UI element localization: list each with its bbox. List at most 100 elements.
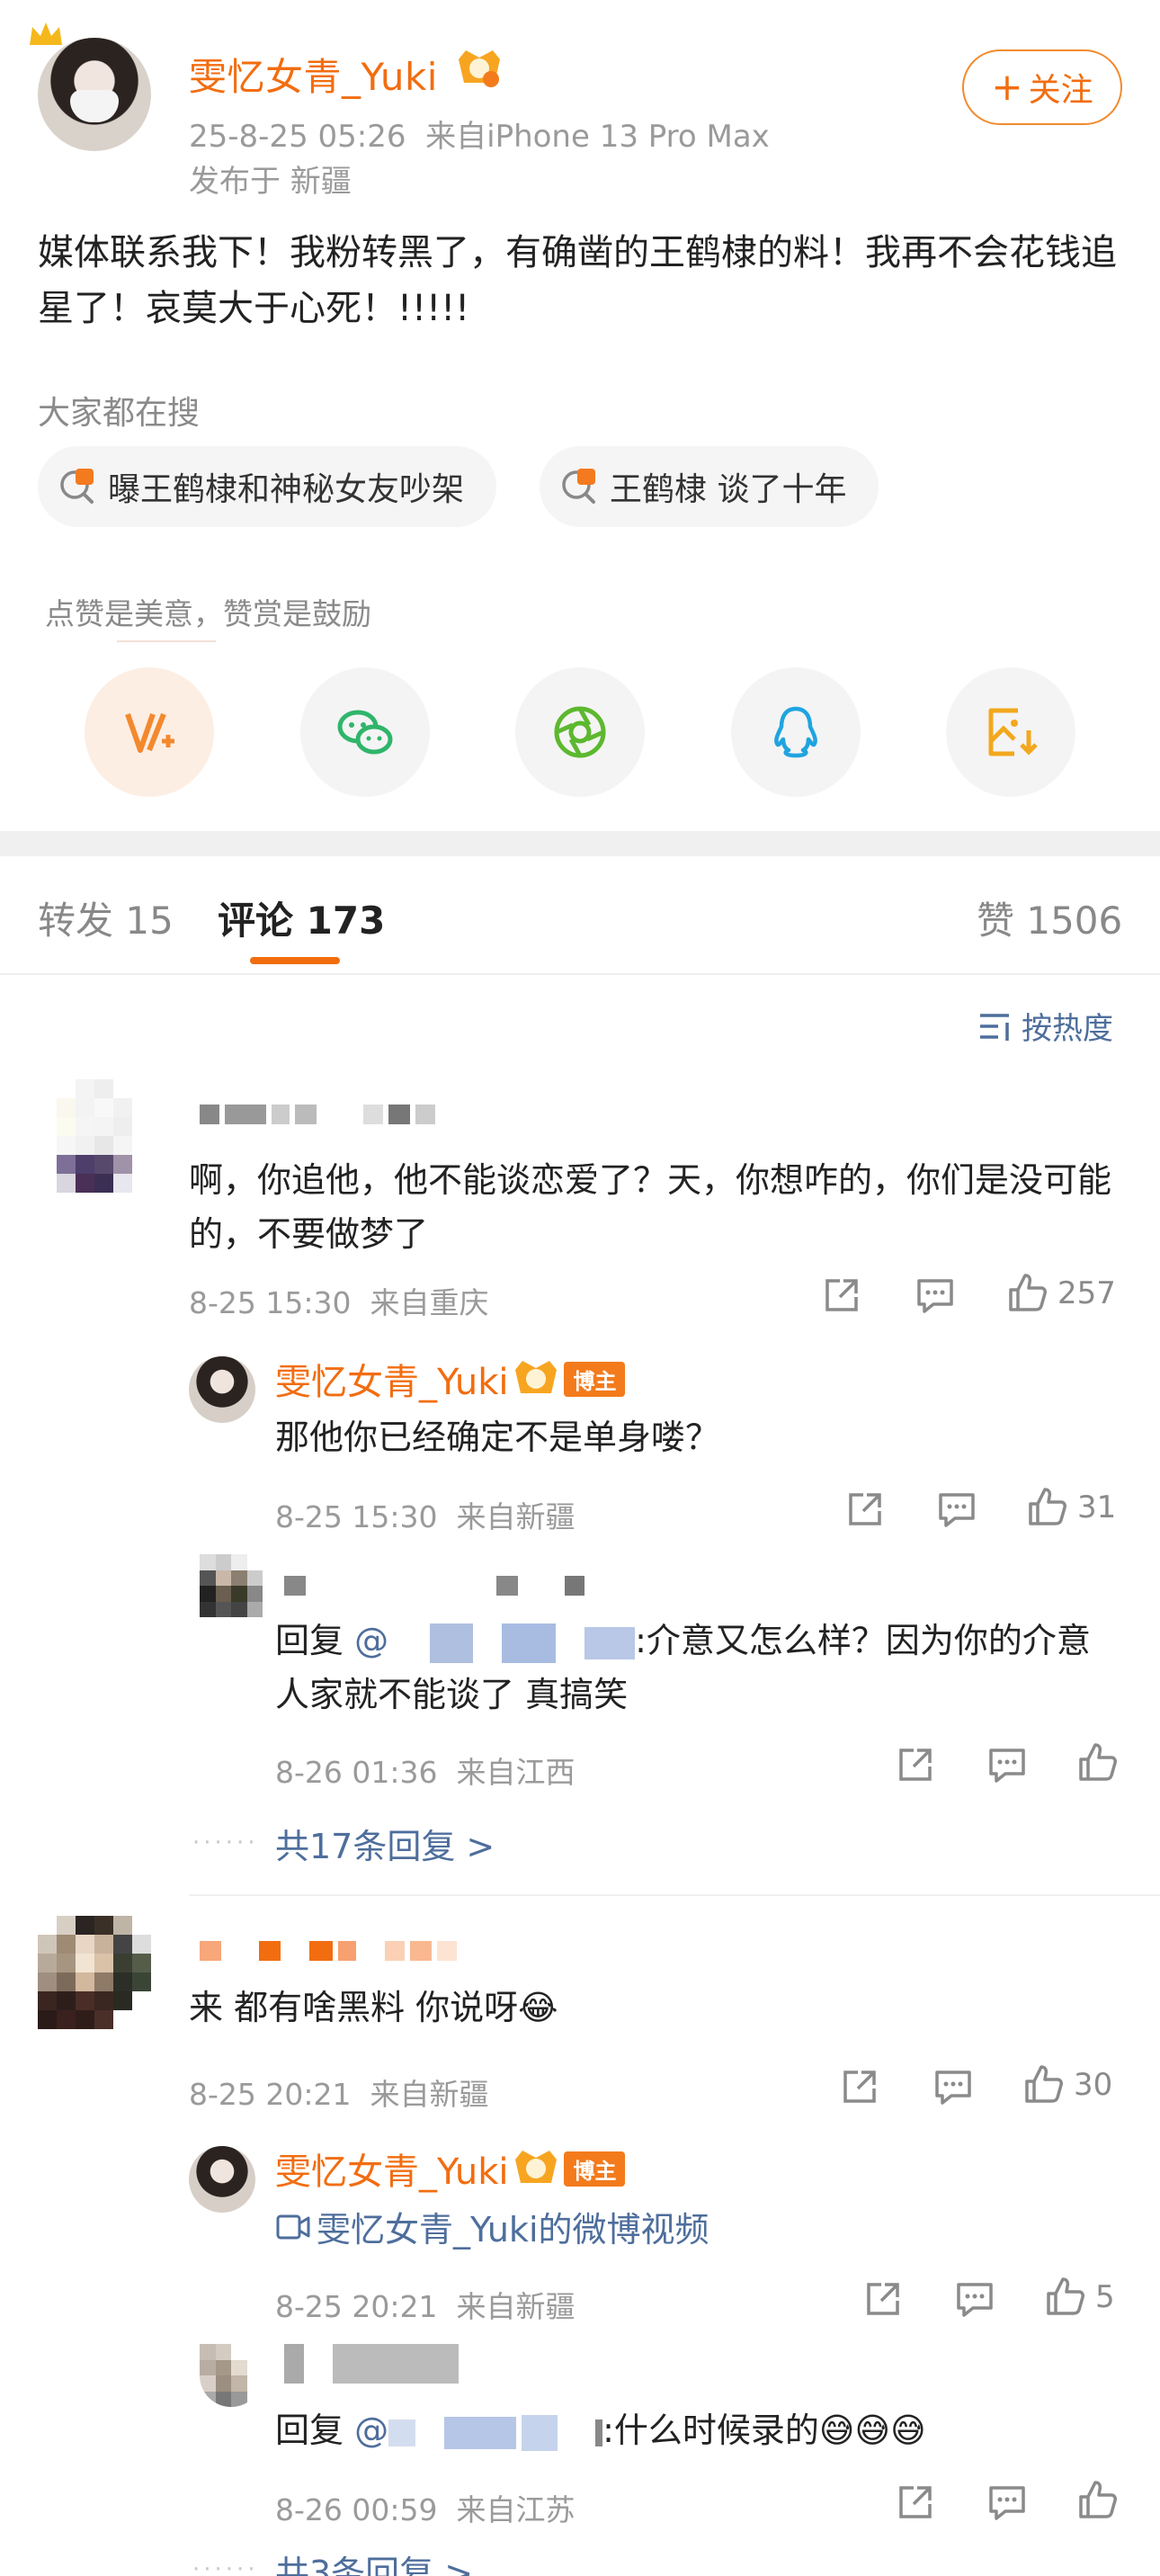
commenter-name-blurred[interactable] [200,1941,457,1961]
plus-icon: + [991,65,1023,109]
reply-prefix: 回复 [275,2411,344,2450]
comment-text: 来 都有啥黑料 你说呀😂 [189,1988,558,2027]
post-device: 来自iPhone 13 Pro Max [425,119,770,155]
share-action[interactable] [894,1743,937,1786]
reply-author-avatar[interactable] [189,2146,255,2213]
share-icon [843,2071,876,2103]
share-action[interactable] [820,1274,863,1317]
reply-action[interactable] [932,2065,975,2108]
reply-action[interactable] [986,1743,1029,1786]
reply-text: 那他你已经确定不是单身喽？ [275,1418,720,1457]
more-replies-link[interactable]: 共17条回复 > [275,1819,495,1868]
thumbs-up-icon [1079,2481,1117,2518]
tab-reposts[interactable]: 转发 15 [38,890,174,945]
reply-author-name[interactable]: 雯忆女青_Yuki [275,1353,508,1405]
replier-avatar[interactable] [200,2344,263,2407]
reply-time: 8-25 15:30 [275,1499,438,1534]
share-qq-button[interactable] [731,667,861,797]
share-icon [849,1493,881,1525]
author-name[interactable]: 雯忆女青_Yuki [189,47,438,102]
save-image-icon [988,708,1038,756]
post-meta-time: 25-8-25 05:26 来自iPhone 13 Pro Max [189,112,770,156]
vip-badge-icon [459,50,500,87]
reply-meta: 8-26 01:36 来自江西 [275,1749,575,1792]
host-tag: 博主 [564,1361,626,1397]
like-count: 257 [1057,1275,1116,1311]
share-action[interactable] [843,1488,887,1531]
like-action[interactable]: 257 [1005,1272,1116,1315]
reply-author-name[interactable]: 雯忆女青_Yuki [275,2142,508,2195]
author-avatar[interactable] [38,38,151,151]
like-count: 30 [1074,2067,1113,2103]
commenter-avatar[interactable] [38,1916,151,2029]
thumbs-up-icon [1025,2065,1063,2103]
share-icon [899,2486,932,2518]
reply-action[interactable] [953,2277,996,2321]
section-divider [0,831,1160,856]
comment-text: 啊，你追他，他不能谈恋爱了？天，你想咋的，你们是没可能的，不要做梦了 [189,1160,1112,1254]
more-replies-link[interactable]: 共3条回复 > [275,2545,473,2576]
reply-meta: 8-25 20:21 来自新疆 [275,2283,575,2326]
search-heading: 大家都在搜 [38,395,201,432]
comment-location: 来自新疆 [370,2077,489,2112]
reply-time: 8-26 01:36 [275,1755,438,1790]
chip-label: 王鹤棣 谈了十年 [610,471,847,508]
follow-button[interactable]: + 关注 [962,49,1122,125]
reply-action[interactable] [914,1274,957,1317]
share-action[interactable] [861,2277,905,2321]
reply-author-header: 雯忆女青_Yuki 博主 [275,1353,626,1405]
video-link[interactable]: 雯忆女青_Yuki的微博视频 [275,2202,709,2251]
thumbs-up-icon [1009,1274,1047,1311]
mention-name-blurred[interactable] [388,2414,603,2451]
tab-active-indicator [250,957,340,964]
tip-button[interactable] [85,667,214,797]
comment-meta: 8-25 20:21 来自新疆 [189,2071,488,2114]
share-action[interactable] [838,2065,881,2108]
tab-likes[interactable]: 赞 1506 [977,890,1122,945]
follow-label: 关注 [1028,72,1093,109]
save-image-button[interactable] [946,667,1075,797]
reply-body: :什么时候录的😅😅😅 [602,2411,926,2450]
reply-meta: 8-25 15:30 来自新疆 [275,1493,575,1536]
share-moments-button[interactable] [515,667,645,797]
sort-icon [980,1013,1009,1041]
replies-dots: ······ [192,1829,259,1856]
commenter-avatar[interactable] [38,1079,151,1193]
thumbs-up-icon [1079,1743,1117,1781]
like-action[interactable]: 30 [1022,2063,1112,2106]
host-tag: 博主 [564,2151,626,2187]
share-icon [867,2283,899,2315]
reply-text: 回复 @ :什么时候录的😅😅😅 [275,2403,1120,2457]
hot-search-chip[interactable]: 王鹤棣 谈了十年 [540,446,879,527]
mention-name-blurred[interactable] [388,1623,636,1663]
replier-name-blurred[interactable] [284,2344,459,2384]
share-action[interactable] [894,2481,937,2524]
mention-link[interactable]: @ [354,1621,388,1660]
hot-search-chip[interactable]: 曝王鹤棣和神秘女友吵架 [38,446,497,527]
commenter-name-blurred[interactable] [200,1105,435,1124]
reply-action[interactable] [986,2481,1029,2524]
sort-label: 按热度 [1022,1011,1113,1047]
reply-action[interactable] [935,1488,978,1531]
tab-comments[interactable]: 评论 173 [218,890,385,945]
thumbs-up-icon [1047,2277,1084,2315]
hot-search-icon [562,469,595,504]
reply-time: 8-25 20:21 [275,2289,438,2324]
mention-link[interactable]: @ [354,2411,388,2450]
replier-name-blurred[interactable] [284,1576,584,1596]
replier-avatar[interactable] [200,1554,263,1617]
thumbs-up-icon [1029,1488,1066,1525]
reply-author-header: 雯忆女青_Yuki 博主 [275,2142,626,2195]
like-action[interactable] [1075,2479,1119,2522]
like-action[interactable] [1075,1741,1119,1784]
comment-icon [939,1493,975,1527]
comment-icon [917,1279,953,1313]
share-wechat-button[interactable] [300,667,430,797]
moments-icon [554,706,606,758]
reply-location: 来自江苏 [456,2492,576,2527]
like-action[interactable]: 31 [1025,1486,1116,1529]
reply-author-avatar[interactable] [189,1356,255,1423]
sort-toggle[interactable]: 按热度 [978,1004,1113,1048]
like-action[interactable]: 5 [1043,2276,1115,2319]
reply-location: 来自江西 [456,1755,576,1790]
